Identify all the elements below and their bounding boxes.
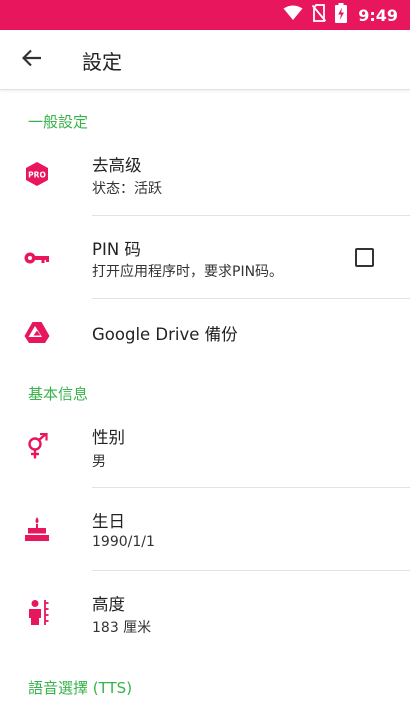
wifi-icon [283,5,303,25]
section-header-basic-info: 基本信息 [28,385,89,403]
app-bar: 設定 [0,30,410,90]
back-button[interactable] [16,44,48,76]
pro-badge-icon: PRO [24,161,50,187]
item-title: PIN 码 [92,240,141,259]
list-item-birthday[interactable]: 生日 1990/1/1 [0,488,410,570]
item-title: Google Drive 備份 [92,325,238,344]
item-title: 高度 [92,595,125,614]
list-item-height[interactable]: 高度 183 厘米 [0,571,410,653]
item-title: 性别 [92,428,125,447]
item-title: 生日 [92,512,125,531]
settings-list[interactable]: 一般設定 PRO 去高级 状态：活跃 PIN 码 打开应用程序时，要求PIN码。… [0,91,410,720]
status-bar: 9:49 [0,0,410,30]
google-drive-icon [24,319,50,345]
list-item-pin-code[interactable]: PIN 码 打开应用程序时，要求PIN码。 [0,216,410,298]
item-title: 去高级 [92,156,142,175]
item-subtitle: 1990/1/1 [92,534,155,550]
birthday-cake-icon [24,516,50,542]
list-item-gender[interactable]: 性别 男 [0,405,410,487]
item-subtitle: 打开应用程序时，要求PIN码。 [92,264,284,280]
section-header-general: 一般設定 [28,113,89,131]
pin-code-checkbox[interactable] [355,248,374,267]
svg-text:PRO: PRO [28,171,46,180]
status-icons: 9:49 [283,0,398,30]
no-sim-icon [312,4,327,26]
status-time: 9:49 [358,5,398,25]
item-subtitle: 183 厘米 [92,620,152,636]
list-item-upgrade-pro[interactable]: PRO 去高级 状态：活跃 [0,133,410,215]
list-item-google-drive-backup[interactable]: Google Drive 備份 [0,299,410,365]
height-icon [24,599,50,625]
item-subtitle: 状态：活跃 [92,181,162,197]
page-title: 設定 [82,50,122,74]
gender-icon [24,433,50,459]
section-header-tts: 語音選擇 (TTS) [28,679,133,697]
key-icon [24,245,50,271]
item-subtitle: 男 [92,454,106,470]
battery-charging-icon [335,3,348,27]
arrow-back-icon [21,49,42,71]
